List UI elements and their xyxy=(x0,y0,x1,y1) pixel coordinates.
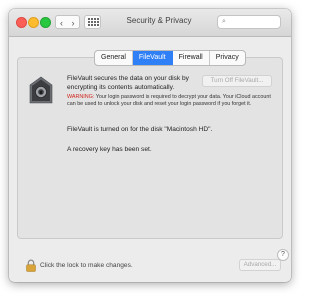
filevault-house-icon xyxy=(29,76,53,104)
filevault-description: FileVault secures the data on your disk … xyxy=(67,75,189,91)
tab-general[interactable]: General xyxy=(95,51,133,65)
search-icon: ⌕ xyxy=(222,18,226,25)
help-icon: ? xyxy=(281,251,285,258)
filevault-status: FileVault is turned on for the disk "Mac… xyxy=(67,126,213,133)
tab-privacy[interactable]: Privacy xyxy=(210,51,245,65)
lock-hint-label: Click the lock to make changes. xyxy=(40,262,133,269)
advanced-button[interactable]: Advanced... xyxy=(239,259,281,271)
padlock-icon[interactable] xyxy=(26,259,36,272)
search-field[interactable]: ⌕ xyxy=(217,15,281,29)
grid-icon xyxy=(88,18,90,20)
chevron-left-icon: ‹ xyxy=(60,18,63,28)
close-button[interactable] xyxy=(16,17,27,28)
turn-off-filevault-button[interactable]: Turn Off FileVault... xyxy=(202,75,272,87)
tab-firewall[interactable]: Firewall xyxy=(173,51,210,65)
help-button[interactable]: ? xyxy=(277,249,289,261)
tab-bar: General FileVault Firewall Privacy xyxy=(94,50,246,66)
show-all-button[interactable] xyxy=(84,15,101,29)
warning-label: WARNING: xyxy=(67,94,95,100)
recovery-key-status: A recovery key has been set. xyxy=(67,146,152,153)
zoom-button[interactable] xyxy=(40,17,51,28)
search-input[interactable] xyxy=(231,17,277,27)
title-bar: ‹ › Security & Privacy ⌕ xyxy=(9,9,291,37)
preferences-window: ‹ › Security & Privacy ⌕ General FileVau… xyxy=(9,9,291,282)
chevron-right-icon: › xyxy=(71,18,75,28)
window-title: Security & Privacy xyxy=(126,16,192,25)
warning-message: WARNING: Your login password is required… xyxy=(67,94,273,108)
warning-text: Your login password is required to decry… xyxy=(67,94,271,107)
tab-filevault[interactable]: FileVault xyxy=(132,51,173,65)
minimize-button[interactable] xyxy=(28,17,39,28)
forward-button[interactable]: › xyxy=(67,15,80,29)
